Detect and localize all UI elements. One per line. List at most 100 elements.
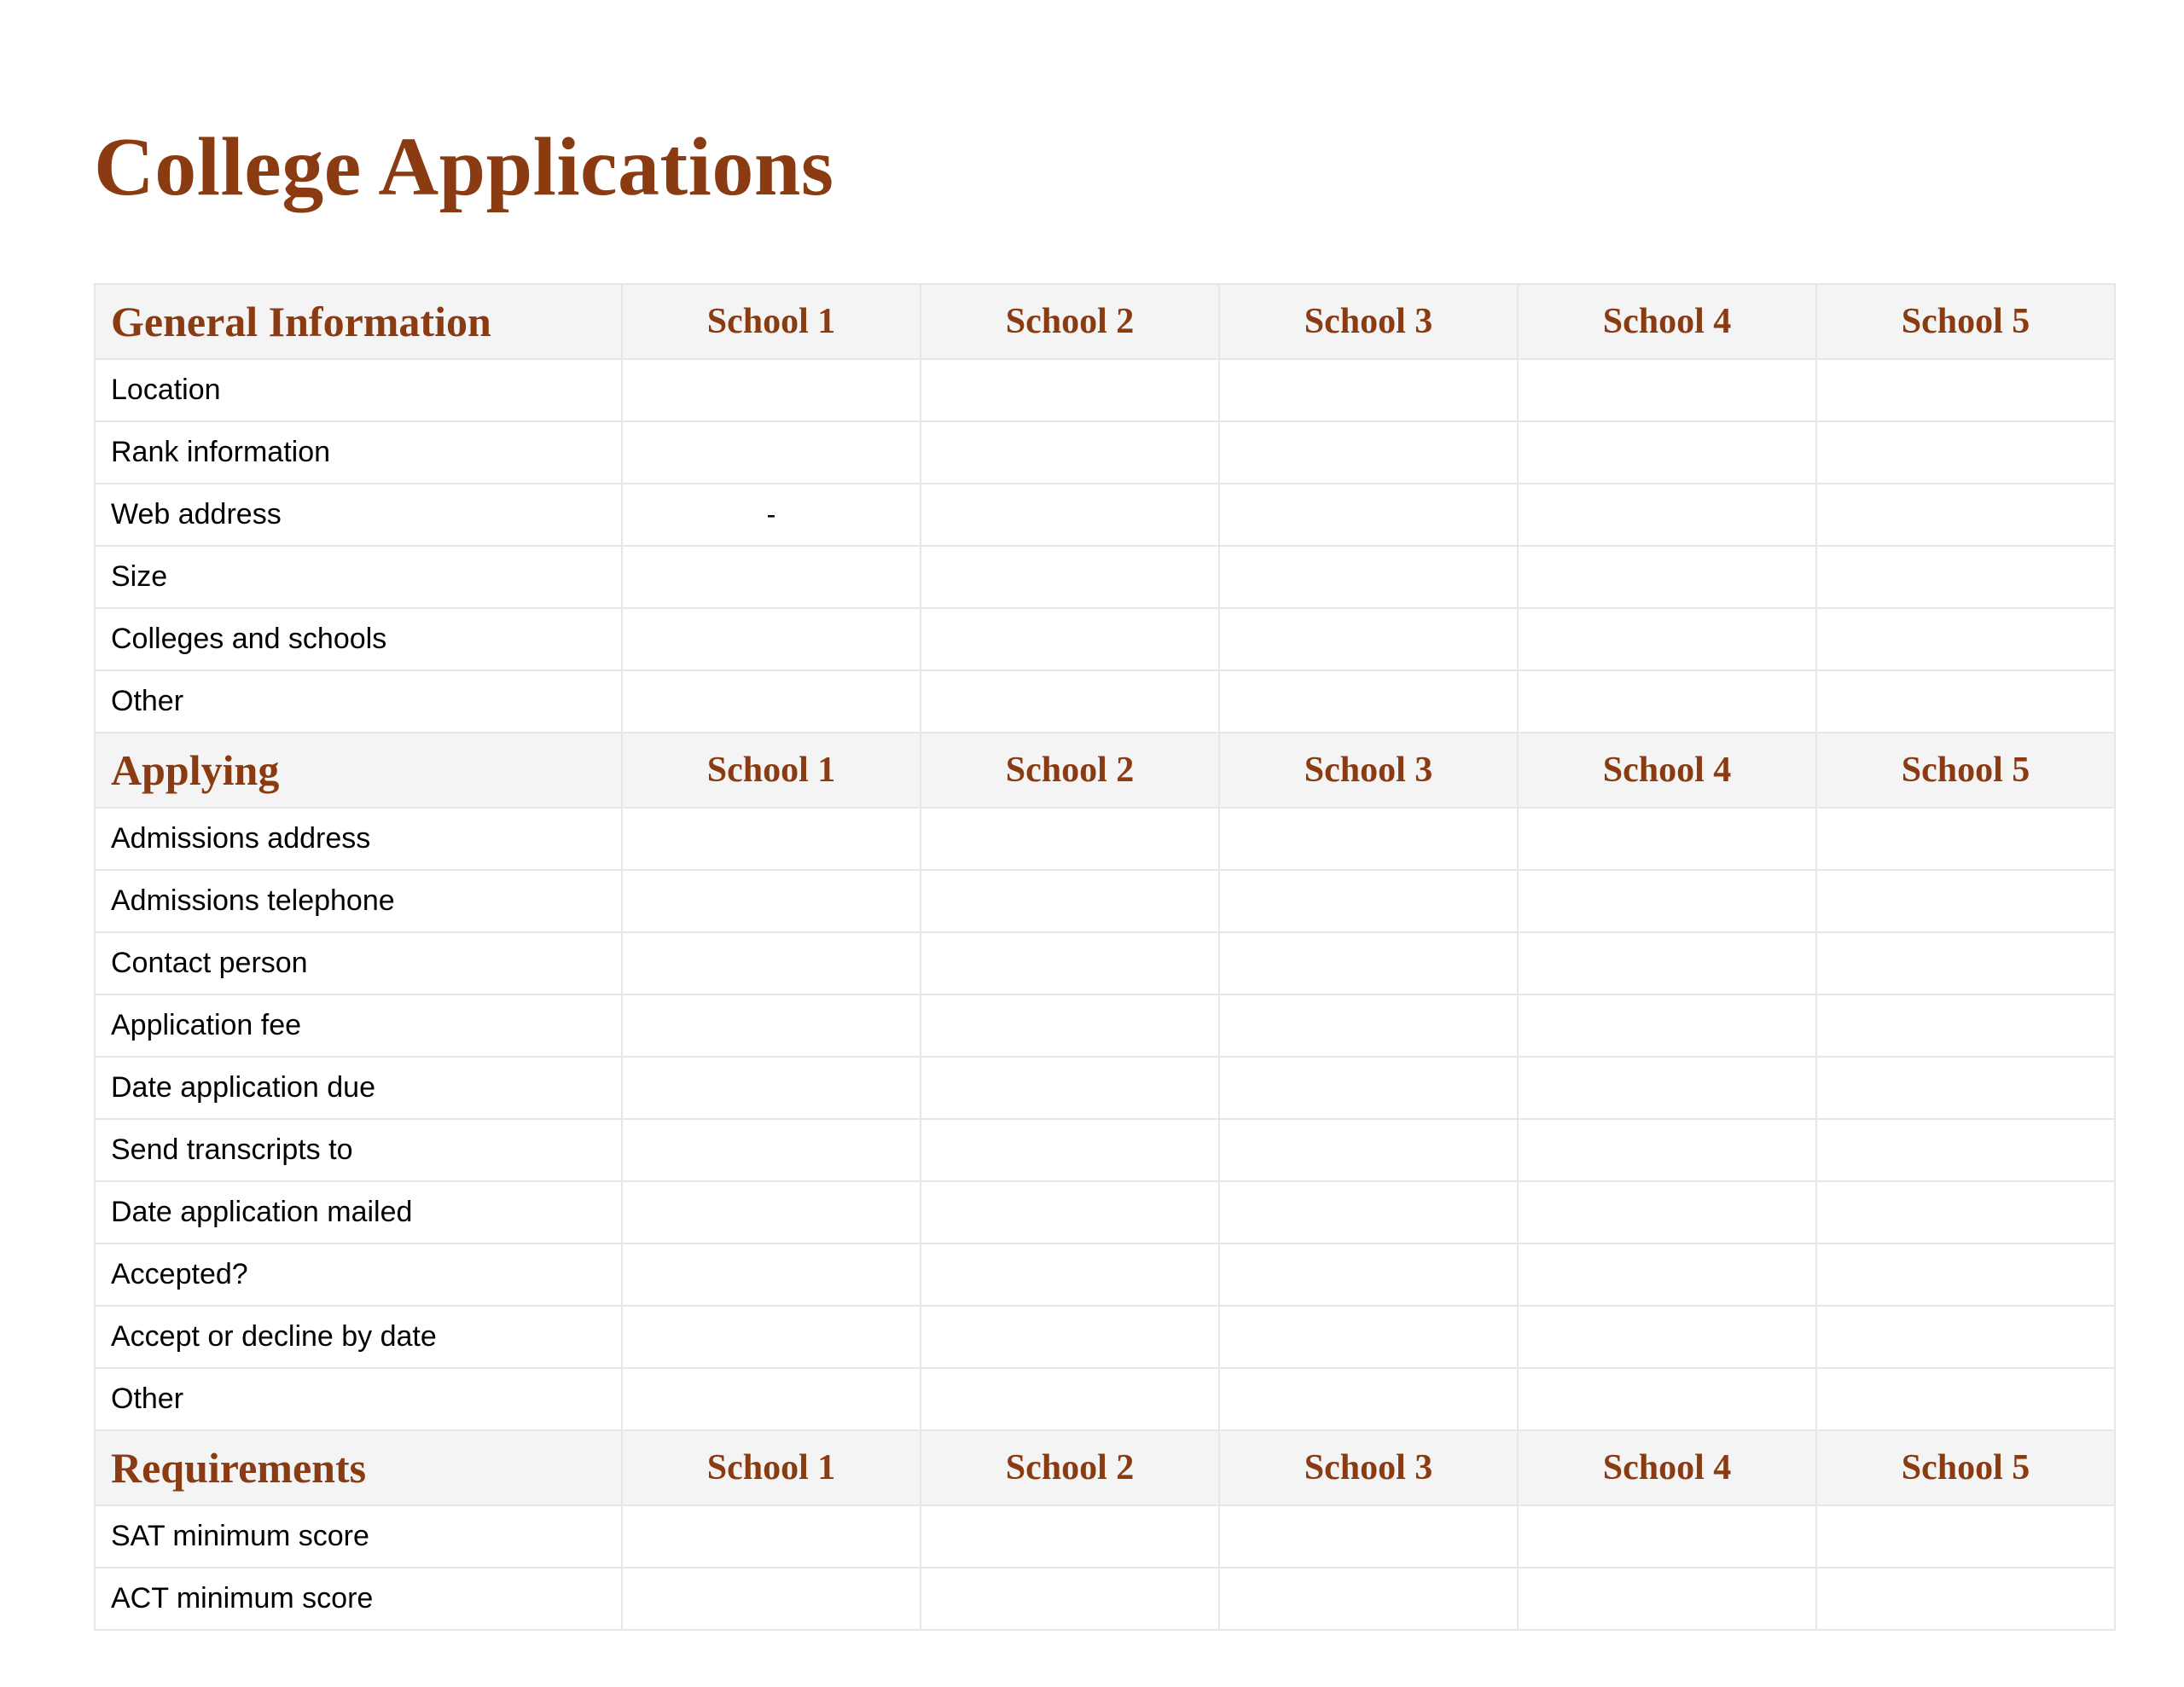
data-cell[interactable] (921, 1244, 1219, 1306)
data-cell[interactable] (1219, 670, 1518, 733)
data-cell[interactable] (1816, 608, 2115, 670)
data-cell[interactable] (1816, 870, 2115, 932)
data-cell[interactable] (1219, 1368, 1518, 1430)
data-cell[interactable] (1518, 1306, 1816, 1368)
data-cell[interactable] (1518, 808, 1816, 870)
data-cell[interactable] (1816, 1181, 2115, 1244)
data-cell[interactable] (1518, 546, 1816, 608)
data-cell[interactable] (1816, 1244, 2115, 1306)
data-cell[interactable] (1816, 994, 2115, 1057)
data-cell[interactable] (622, 1505, 921, 1568)
data-cell[interactable] (1518, 1244, 1816, 1306)
data-cell[interactable] (1219, 808, 1518, 870)
data-cell[interactable] (1219, 608, 1518, 670)
data-cell[interactable] (1816, 421, 2115, 484)
data-cell[interactable] (921, 1119, 1219, 1181)
table-row: Accepted? (95, 1244, 2115, 1306)
data-cell[interactable] (622, 1568, 921, 1630)
data-cell[interactable] (1219, 421, 1518, 484)
data-cell[interactable] (1219, 994, 1518, 1057)
table-row: Other (95, 670, 2115, 733)
data-cell[interactable] (1816, 1119, 2115, 1181)
data-cell[interactable] (921, 1057, 1219, 1119)
page: College Applications General Information… (0, 0, 2184, 1687)
data-cell[interactable] (921, 932, 1219, 994)
data-cell[interactable] (1219, 932, 1518, 994)
data-cell[interactable] (921, 1181, 1219, 1244)
data-cell[interactable] (1816, 932, 2115, 994)
data-cell[interactable] (921, 994, 1219, 1057)
data-cell[interactable] (1518, 932, 1816, 994)
school-column-header: School 1 (622, 733, 921, 808)
data-cell[interactable] (622, 808, 921, 870)
data-cell[interactable] (622, 1119, 921, 1181)
data-cell[interactable] (1518, 1057, 1816, 1119)
row-label: Colleges and schools (95, 608, 622, 670)
data-cell[interactable] (622, 546, 921, 608)
data-cell[interactable] (1816, 1306, 2115, 1368)
data-cell[interactable] (1816, 546, 2115, 608)
data-cell[interactable] (1219, 1244, 1518, 1306)
data-cell[interactable] (1518, 870, 1816, 932)
data-cell[interactable] (622, 1181, 921, 1244)
data-cell[interactable] (1816, 1368, 2115, 1430)
data-cell[interactable] (1518, 1181, 1816, 1244)
data-cell[interactable] (1816, 670, 2115, 733)
data-cell[interactable] (1518, 994, 1816, 1057)
data-cell[interactable] (622, 608, 921, 670)
data-cell[interactable] (1816, 1057, 2115, 1119)
data-cell[interactable] (921, 421, 1219, 484)
data-cell[interactable] (622, 359, 921, 421)
data-cell[interactable]: - (622, 484, 921, 546)
school-column-header: School 3 (1219, 1430, 1518, 1505)
data-cell[interactable] (1518, 1505, 1816, 1568)
table-row: ACT minimum score (95, 1568, 2115, 1630)
data-cell[interactable] (622, 932, 921, 994)
data-cell[interactable] (622, 670, 921, 733)
table-row: Accept or decline by date (95, 1306, 2115, 1368)
data-cell[interactable] (1518, 670, 1816, 733)
data-cell[interactable] (921, 608, 1219, 670)
data-cell[interactable] (921, 1505, 1219, 1568)
data-cell[interactable] (921, 546, 1219, 608)
data-cell[interactable] (622, 421, 921, 484)
data-cell[interactable] (921, 484, 1219, 546)
data-cell[interactable] (1219, 1181, 1518, 1244)
data-cell[interactable] (921, 870, 1219, 932)
data-cell[interactable] (1219, 1306, 1518, 1368)
data-cell[interactable] (921, 1568, 1219, 1630)
data-cell[interactable] (1816, 1568, 2115, 1630)
data-cell[interactable] (1816, 359, 2115, 421)
data-cell[interactable] (1518, 608, 1816, 670)
data-cell[interactable] (1518, 484, 1816, 546)
data-cell[interactable] (1816, 484, 2115, 546)
data-cell[interactable] (1816, 808, 2115, 870)
data-cell[interactable] (1219, 359, 1518, 421)
data-cell[interactable] (921, 808, 1219, 870)
data-cell[interactable] (1518, 1119, 1816, 1181)
data-cell[interactable] (622, 1368, 921, 1430)
data-cell[interactable] (921, 1306, 1219, 1368)
data-cell[interactable] (622, 1244, 921, 1306)
data-cell[interactable] (622, 1057, 921, 1119)
data-cell[interactable] (1219, 870, 1518, 932)
data-cell[interactable] (622, 1306, 921, 1368)
data-cell[interactable] (921, 359, 1219, 421)
data-cell[interactable] (921, 1368, 1219, 1430)
data-cell[interactable] (1219, 1505, 1518, 1568)
data-cell[interactable] (1219, 546, 1518, 608)
data-cell[interactable] (1518, 1368, 1816, 1430)
data-cell[interactable] (622, 994, 921, 1057)
school-column-header: School 1 (622, 1430, 921, 1505)
data-cell[interactable] (1219, 1568, 1518, 1630)
data-cell[interactable] (1219, 484, 1518, 546)
data-cell[interactable] (622, 870, 921, 932)
data-cell[interactable] (1219, 1119, 1518, 1181)
data-cell[interactable] (1219, 1057, 1518, 1119)
data-cell[interactable] (1518, 1568, 1816, 1630)
data-cell[interactable] (1518, 359, 1816, 421)
data-cell[interactable] (921, 670, 1219, 733)
data-cell[interactable] (1518, 421, 1816, 484)
data-cell[interactable] (1816, 1505, 2115, 1568)
row-label: Location (95, 359, 622, 421)
